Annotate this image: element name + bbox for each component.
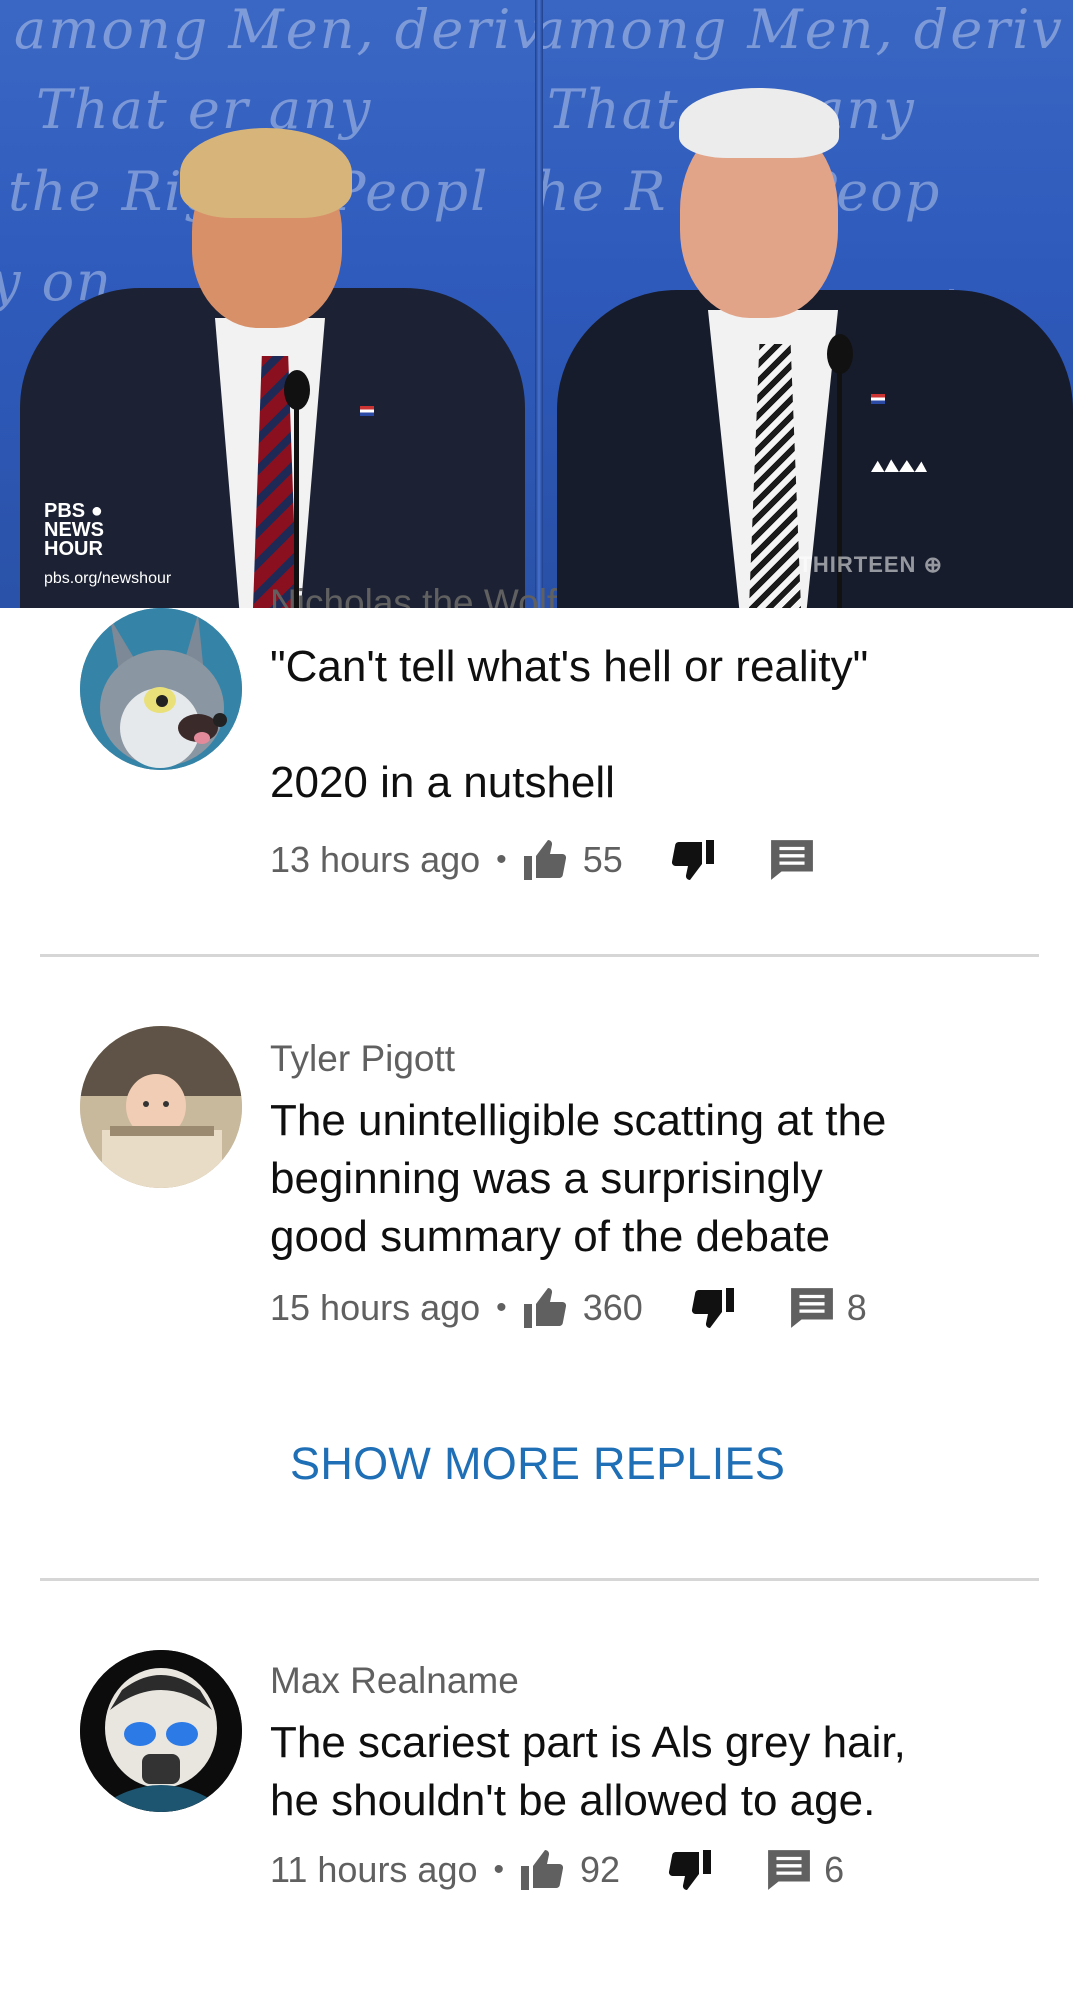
video-player[interactable]: among Men, derivin That er any the Rig h…: [0, 0, 1073, 608]
comment-time: 11 hours ago: [270, 1849, 478, 1890]
comment-actions: 13 hours ago • 55: [270, 830, 827, 890]
comment-text: The unintelligible scatting at the begin…: [270, 1096, 887, 1261]
thumbs-up-icon[interactable]: [518, 1848, 568, 1892]
comment-time: 15 hours ago: [270, 1287, 481, 1328]
reply-count: 6: [824, 1849, 845, 1890]
comment-text: "Can't tell what's hell or reality" 2020…: [270, 642, 869, 807]
wolf-avatar-icon[interactable]: [80, 608, 242, 770]
thumbs-down-icon[interactable]: [667, 838, 717, 882]
reply-count: 8: [846, 1287, 867, 1328]
comment-divider: [40, 1578, 1039, 1581]
thirteen-logo-icon: ⊕: [923, 552, 943, 577]
thumbs-up-icon[interactable]: [521, 838, 571, 882]
comment-actions: 15 hours ago • 360 8: [270, 1286, 867, 1330]
thirteen-watermark: THIRTEEN ⊕: [798, 552, 943, 577]
masked-character-avatar-icon[interactable]: [80, 1650, 242, 1812]
thumbs-down-icon[interactable]: [687, 1286, 737, 1330]
speaker-right: [543, 48, 1073, 608]
video-split-divider: [535, 0, 543, 608]
thumbs-up-icon[interactable]: [521, 1286, 571, 1330]
comment-icon[interactable]: [769, 838, 815, 882]
thumbs-down-icon[interactable]: [664, 1848, 714, 1892]
like-count: 360: [582, 1287, 643, 1328]
baby-photo-avatar-icon[interactable]: [80, 1026, 242, 1188]
comment-author[interactable]: Nicholas the Wolf: [270, 575, 557, 608]
comment-divider: [40, 954, 1039, 957]
show-more-replies-button[interactable]: SHOW MORE REPLIES: [290, 1438, 785, 1490]
comment-icon[interactable]: [789, 1286, 835, 1330]
comment-author[interactable]: Tyler Pigott: [270, 1038, 455, 1080]
video-right-panel: among Men, deriv That ver any he R the P…: [543, 0, 1073, 608]
comment-icon[interactable]: [766, 1848, 812, 1892]
like-count: 55: [582, 839, 623, 880]
comment-time: 13 hours ago: [270, 839, 481, 880]
comment-actions: 11 hours ago • 92 6: [270, 1848, 845, 1892]
comment-text: The scariest part is Als grey hair, he s…: [270, 1718, 906, 1825]
pbs-url: pbs.org/newshour: [44, 570, 172, 587]
comment-author[interactable]: Max Realname: [270, 1660, 519, 1702]
like-count: 92: [580, 1849, 621, 1890]
pbs-newshour-logo: PBS ● NEWS HOUR pbs.org/newshour: [44, 500, 172, 587]
